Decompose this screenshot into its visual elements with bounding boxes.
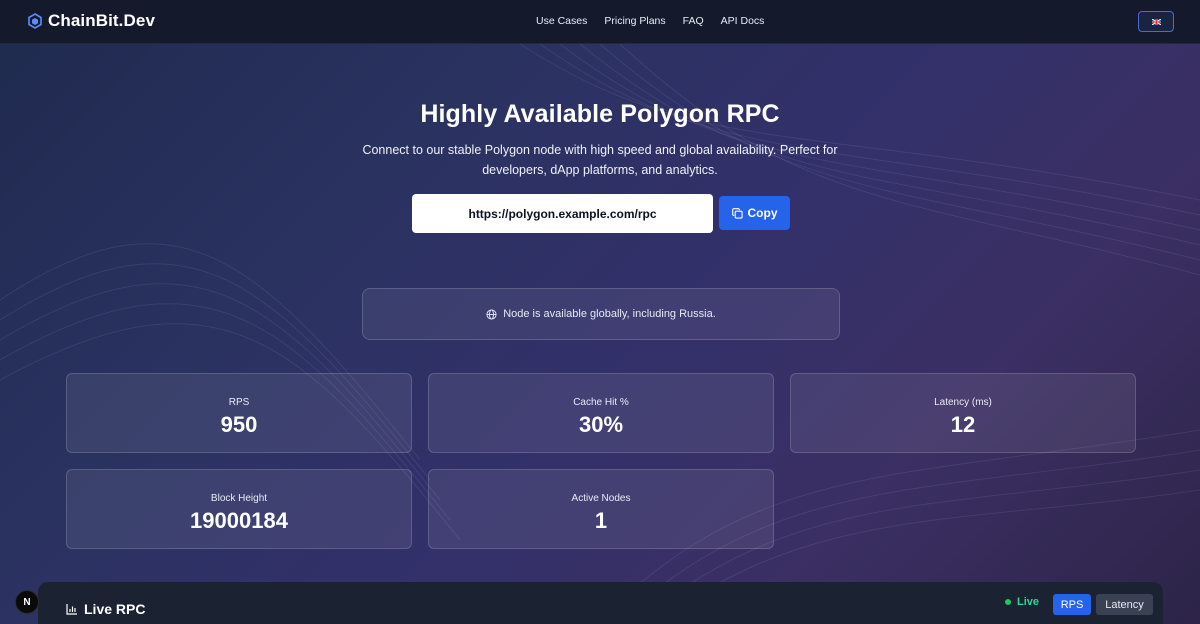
nav-api-docs[interactable]: API Docs: [721, 15, 765, 27]
brand[interactable]: ChainBit.Dev: [28, 11, 155, 31]
stat-value: 19000184: [190, 508, 288, 533]
bar-chart-icon: [66, 604, 77, 615]
tab-rps[interactable]: RPS: [1053, 594, 1091, 615]
stat-card-latency: Latency (ms) 12: [790, 373, 1136, 453]
brand-name: ChainBit.Dev: [48, 11, 155, 30]
stat-label: Block Height: [210, 493, 268, 504]
stat-card-cache-hit: Cache Hit % 30%: [428, 373, 774, 453]
stat-value: 950: [220, 412, 258, 437]
top-navigation-bar: ChainBit.Dev Use Cases Pricing Plans FAQ…: [0, 0, 1200, 44]
stat-card-active-nodes: Active Nodes 1: [428, 469, 774, 549]
stat-value: 1: [594, 508, 608, 533]
stat-card-rps: RPS 950: [66, 373, 412, 453]
availability-notice-text: Node is available globally, including Ru…: [503, 308, 716, 320]
availability-notice: Node is available globally, including Ru…: [362, 288, 840, 340]
copy-button-label: Copy: [747, 206, 778, 220]
copy-icon: [731, 207, 743, 219]
globe-icon: [486, 308, 497, 320]
live-status: Live: [1005, 596, 1039, 608]
page-title: Highly Available Polygon RPC: [420, 100, 780, 128]
n-badge-label: N: [23, 596, 31, 608]
stat-label: Latency (ms): [934, 397, 992, 408]
live-rpc-panel: Live RPC Live RPS Latency: [38, 582, 1163, 624]
nav-pricing-plans[interactable]: Pricing Plans: [604, 15, 665, 27]
copy-button[interactable]: Copy: [719, 196, 790, 230]
tab-latency[interactable]: Latency: [1096, 594, 1153, 615]
live-rpc-title: Live RPC: [66, 601, 145, 617]
nav-faq[interactable]: FAQ: [683, 15, 704, 27]
rpc-url-field[interactable]: https://polygon.example.com/rpc: [412, 194, 713, 233]
n-badge-button[interactable]: N: [15, 590, 39, 614]
stat-value: 30%: [578, 412, 624, 437]
live-rpc-title-text: Live RPC: [84, 601, 146, 617]
main-nav: Use Cases Pricing Plans FAQ API Docs: [536, 15, 764, 27]
stat-label: Cache Hit %: [573, 397, 629, 408]
live-status-text: Live: [1017, 596, 1040, 608]
uk-flag-icon: [1151, 18, 1161, 25]
stat-label: Active Nodes: [571, 493, 631, 504]
language-selector-button[interactable]: [1138, 11, 1174, 32]
chainbit-logo-icon: [28, 13, 42, 29]
stat-value: 12: [950, 412, 976, 437]
stat-label: RPS: [228, 397, 250, 408]
stat-card-block-height: Block Height 19000184: [66, 469, 412, 549]
nav-use-cases[interactable]: Use Cases: [536, 15, 587, 27]
live-indicator-dot-icon: [1005, 599, 1011, 605]
hero-subtitle: Connect to our stable Polygon node with …: [362, 143, 838, 177]
